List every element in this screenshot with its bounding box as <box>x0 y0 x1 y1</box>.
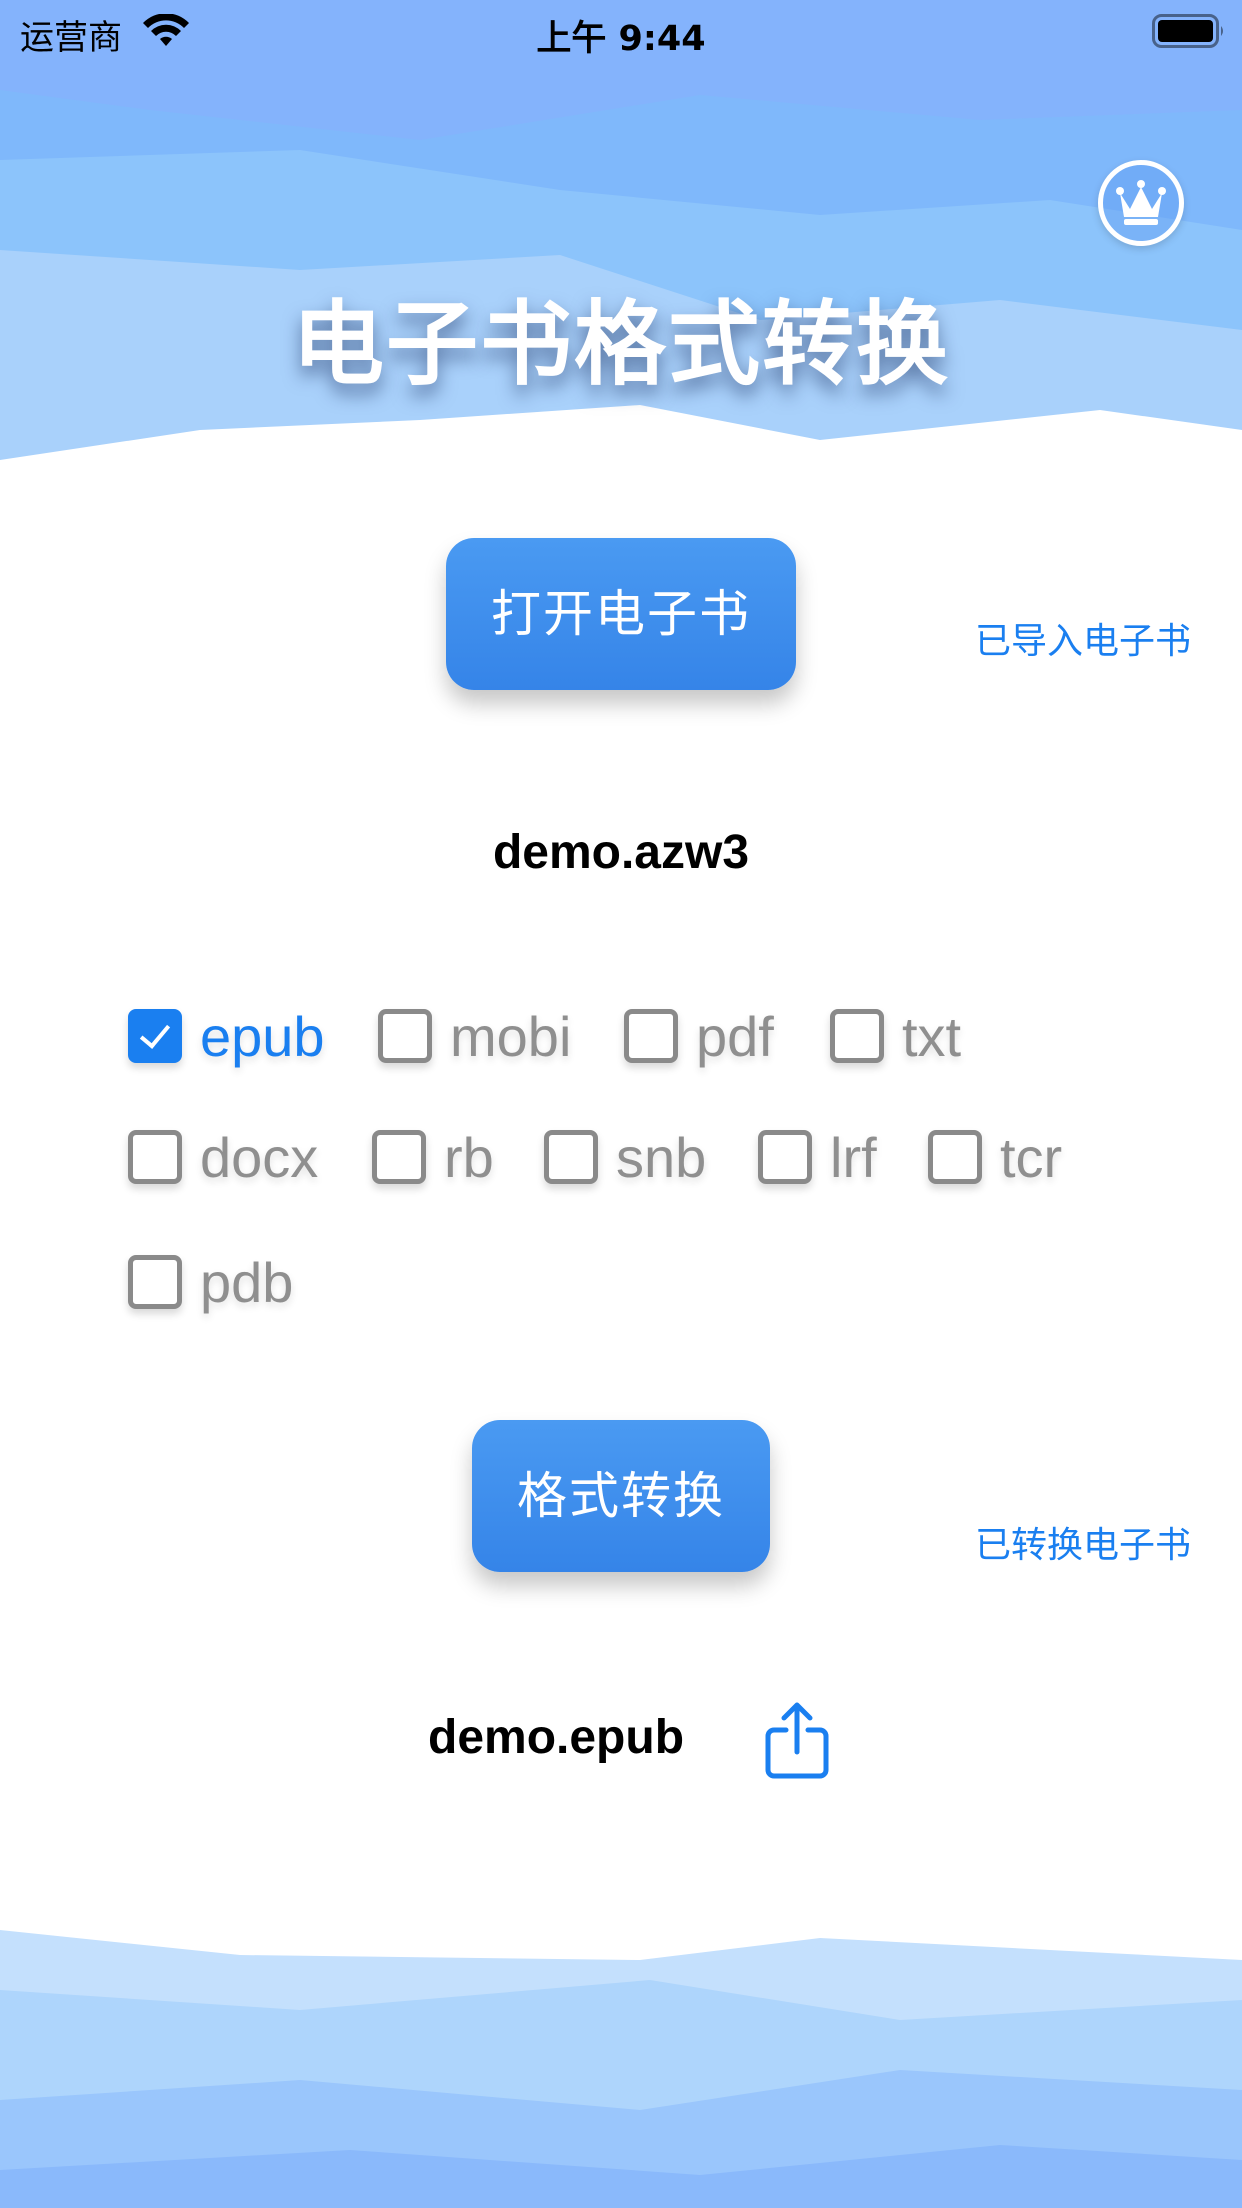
format-option-mobi[interactable]: mobi <box>378 1001 571 1071</box>
format-label: pdf <box>696 1004 774 1068</box>
battery-icon <box>1152 14 1223 48</box>
checkbox-icon[interactable] <box>372 1130 426 1184</box>
format-label: snb <box>616 1125 707 1189</box>
checkbox-icon[interactable] <box>830 1009 884 1063</box>
format-label: mobi <box>450 1004 572 1068</box>
format-label: pdb <box>200 1250 294 1314</box>
format-option-pdf[interactable]: pdf <box>624 1001 774 1071</box>
checkbox-icon[interactable] <box>928 1130 982 1184</box>
clock: 上午 9:44 <box>536 19 706 59</box>
source-file-name: demo.azw3 <box>492 826 750 879</box>
open-ebook-button[interactable]: 打开电子书 <box>446 538 796 690</box>
format-option-pdb[interactable]: pdb <box>128 1247 293 1317</box>
format-label: txt <box>902 1004 962 1068</box>
format-label: rb <box>444 1125 494 1189</box>
checkbox-icon[interactable] <box>544 1130 598 1184</box>
converted-ebooks-link[interactable]: 已转换电子书 <box>975 1516 1191 1568</box>
checkbox-icon[interactable] <box>128 1255 182 1309</box>
format-option-lrf[interactable]: lrf <box>758 1122 877 1192</box>
imported-ebooks-link[interactable]: 已导入电子书 <box>975 612 1191 664</box>
crown-vip-button[interactable] <box>1098 160 1184 246</box>
format-option-epub[interactable]: epub <box>128 1001 325 1071</box>
checkbox-icon[interactable] <box>624 1009 678 1063</box>
crown-icon <box>1116 180 1166 225</box>
format-label: tcr <box>1000 1125 1063 1189</box>
format-label: docx <box>200 1125 319 1189</box>
format-option-docx[interactable]: docx <box>128 1122 318 1192</box>
checkbox-checked-icon[interactable] <box>128 1009 182 1063</box>
footer-wave-background <box>0 1930 1242 2208</box>
output-file-name: demo.epub <box>428 1711 685 1764</box>
checkbox-icon[interactable] <box>758 1130 812 1184</box>
checkbox-icon[interactable] <box>378 1009 432 1063</box>
convert-format-button[interactable]: 格式转换 <box>472 1420 770 1572</box>
share-icon[interactable] <box>764 1700 830 1780</box>
format-option-txt[interactable]: txt <box>830 1001 961 1071</box>
format-label: lrf <box>830 1125 877 1189</box>
format-option-snb[interactable]: snb <box>544 1122 706 1192</box>
format-option-tcr[interactable]: tcr <box>928 1122 1062 1192</box>
format-label: epub <box>200 1004 325 1068</box>
format-option-rb[interactable]: rb <box>372 1122 494 1192</box>
status-bar: 运营商 上午 9:44 <box>0 0 1242 62</box>
checkbox-icon[interactable] <box>128 1130 182 1184</box>
page-title: 电子书格式转换 <box>291 291 950 398</box>
